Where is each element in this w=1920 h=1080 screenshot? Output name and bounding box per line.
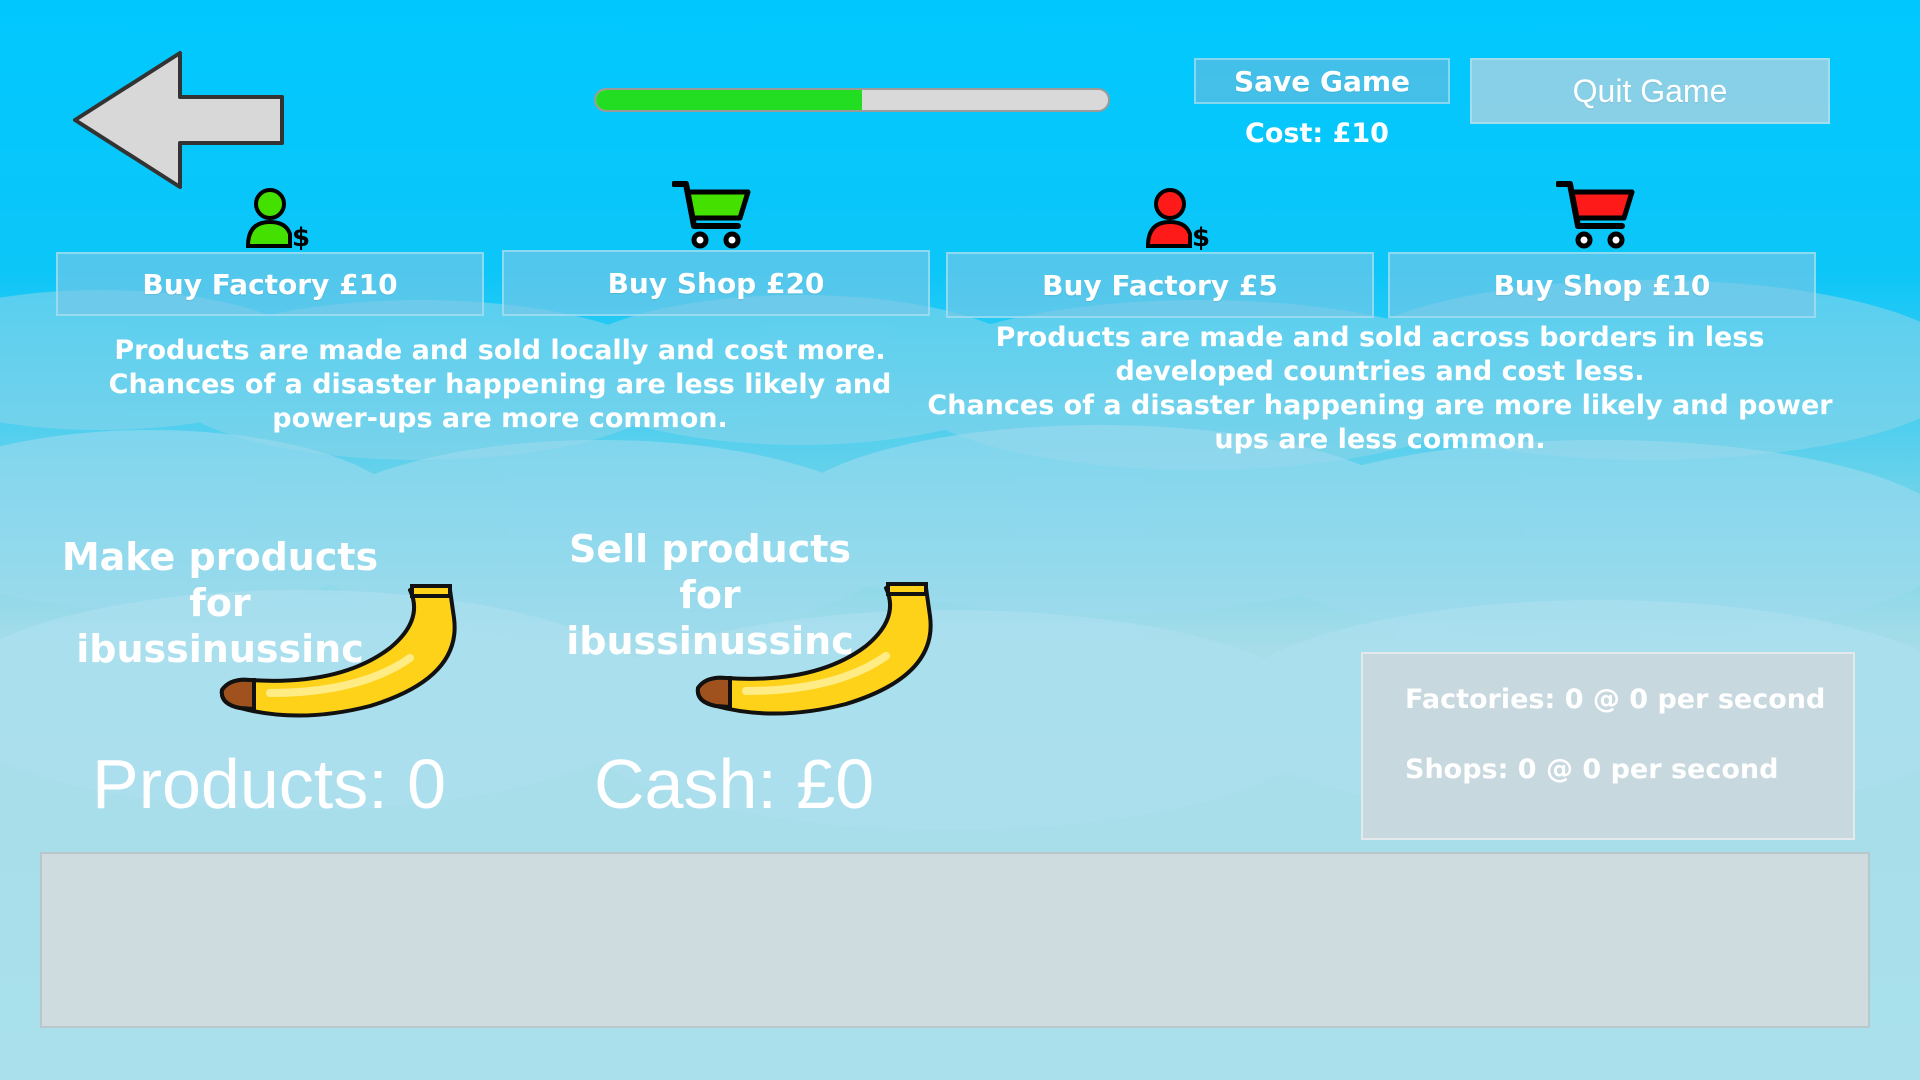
shopping-cart-icon	[1555, 181, 1635, 249]
buy-local-factory-button[interactable]: Buy Factory £10	[56, 252, 484, 316]
overseas-factory-icon-wrap: $	[1144, 186, 1214, 253]
buy-local-shop-button[interactable]: Buy Shop £20	[502, 250, 930, 316]
buy-overseas-factory-button[interactable]: Buy Factory £5	[946, 252, 1374, 318]
stats-panel: Factories: 0 @ 0 per second Shops: 0 @ 0…	[1361, 652, 1855, 840]
buy-overseas-shop-button[interactable]: Buy Shop £10	[1388, 252, 1816, 318]
sell-products-button[interactable]: Sell products for ibussinussinc	[540, 526, 960, 730]
event-log-panel	[40, 852, 1870, 1028]
progress-fill	[596, 90, 863, 110]
factories-stat: Factories: 0 @ 0 per second	[1405, 684, 1826, 715]
overseas-shop-icon-wrap	[1555, 178, 1636, 250]
left-arrow-icon	[73, 51, 284, 189]
shops-stat: Shops: 0 @ 0 per second	[1405, 754, 1779, 785]
overseas-description: Products are made and sold across border…	[927, 322, 1833, 455]
make-products-label: Make products for ibussinussinc	[61, 535, 379, 671]
back-button[interactable]	[70, 50, 290, 190]
person-dollar-icon: $	[1145, 188, 1210, 253]
quit-game-button[interactable]: Quit Game	[1470, 58, 1830, 124]
cash-counter: Cash: £0	[594, 745, 875, 823]
local-shop-icon-wrap	[671, 178, 752, 250]
progress-bar	[594, 88, 1110, 112]
products-counter: Products: 0	[92, 745, 447, 823]
local-factory-icon-wrap: $	[244, 186, 314, 253]
save-game-button[interactable]: Save Game	[1194, 58, 1450, 104]
save-cost-label: Cost: £10	[1245, 118, 1389, 149]
shopping-cart-icon	[671, 181, 751, 249]
svg-text:$: $	[1192, 223, 1210, 250]
make-products-button[interactable]: Make products for ibussinussinc	[40, 530, 460, 730]
person-dollar-icon: $	[245, 188, 310, 253]
sell-products-label: Sell products for ibussinussinc	[566, 527, 854, 663]
svg-text:$: $	[292, 223, 310, 250]
local-description: Products are made and sold locally and c…	[108, 335, 892, 434]
